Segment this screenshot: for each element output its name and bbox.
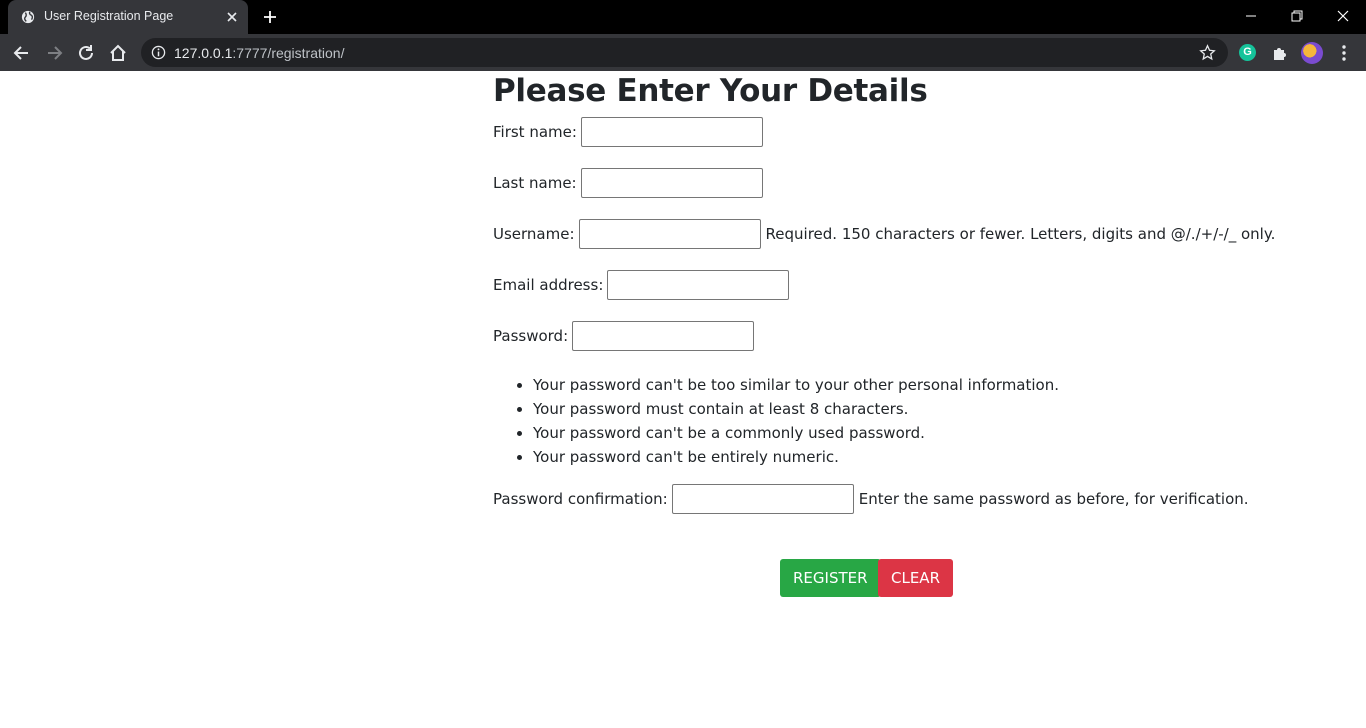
password-input[interactable]: [572, 321, 755, 351]
forward-icon[interactable]: [44, 43, 64, 63]
restore-icon[interactable]: [1287, 6, 1307, 26]
password-rule: Your password can't be entirely numeric.: [533, 445, 1059, 469]
last-name-row: Last name:: [493, 168, 763, 198]
extensions-puzzle-icon[interactable]: [1270, 43, 1290, 63]
password-confirmation-label: Password confirmation:: [493, 490, 668, 508]
first-name-row: First name:: [493, 117, 763, 147]
menu-kebab-icon[interactable]: [1334, 43, 1354, 63]
username-help-text: Required. 150 characters or fewer. Lette…: [765, 225, 1276, 243]
info-icon[interactable]: [151, 45, 166, 60]
password-rules-list: Your password can't be too similar to yo…: [533, 373, 1059, 469]
password-rule: Your password can't be too similar to yo…: [533, 373, 1059, 397]
home-icon[interactable]: [108, 43, 128, 63]
globe-icon: [21, 10, 35, 24]
tab-title: User Registration Page: [44, 9, 174, 23]
first-name-label: First name:: [493, 123, 577, 141]
back-icon[interactable]: [12, 43, 32, 63]
password-rule: Your password can't be a commonly used p…: [533, 421, 1059, 445]
email-label: Email address:: [493, 276, 604, 294]
close-tab-icon[interactable]: [225, 10, 239, 24]
tab-strip: User Registration Page: [0, 0, 1366, 34]
password-rule: Your password must contain at least 8 ch…: [533, 397, 1059, 421]
close-window-icon[interactable]: [1333, 6, 1353, 26]
grammarly-extension-icon[interactable]: G: [1239, 44, 1256, 61]
last-name-label: Last name:: [493, 174, 577, 192]
browser-toolbar: 127.0.0.1:7777/registration/ G: [0, 34, 1366, 71]
password-confirmation-input[interactable]: [671, 484, 854, 514]
url-path: :7777/registration/: [232, 45, 345, 61]
clear-button[interactable]: CLEAR: [878, 559, 953, 597]
username-label: Username:: [493, 225, 575, 243]
password-row: Password:: [493, 321, 755, 351]
url-text: 127.0.0.1:7777/registration/: [174, 45, 344, 61]
password-confirmation-help-text: Enter the same password as before, for v…: [858, 490, 1249, 508]
register-button[interactable]: REGISTER: [780, 559, 881, 597]
email-input[interactable]: [607, 270, 790, 300]
username-row: Username: Required. 150 characters or fe…: [493, 219, 1275, 249]
browser-tab[interactable]: User Registration Page: [8, 0, 248, 34]
minimize-icon[interactable]: [1241, 6, 1261, 26]
url-host: 127.0.0.1: [174, 45, 233, 61]
bookmark-star-icon[interactable]: [1199, 44, 1216, 61]
new-tab-icon[interactable]: [262, 9, 278, 25]
email-row: Email address:: [493, 270, 790, 300]
profile-avatar[interactable]: [1301, 42, 1323, 64]
username-input[interactable]: [578, 219, 761, 249]
password-label: Password:: [493, 327, 569, 345]
first-name-input[interactable]: [580, 117, 763, 147]
reload-icon[interactable]: [76, 43, 96, 63]
last-name-input[interactable]: [580, 168, 763, 198]
password-confirmation-row: Password confirmation: Enter the same pa…: [493, 484, 1249, 514]
page-title: Please Enter Your Details: [493, 73, 928, 109]
address-bar[interactable]: 127.0.0.1:7777/registration/: [141, 38, 1228, 67]
